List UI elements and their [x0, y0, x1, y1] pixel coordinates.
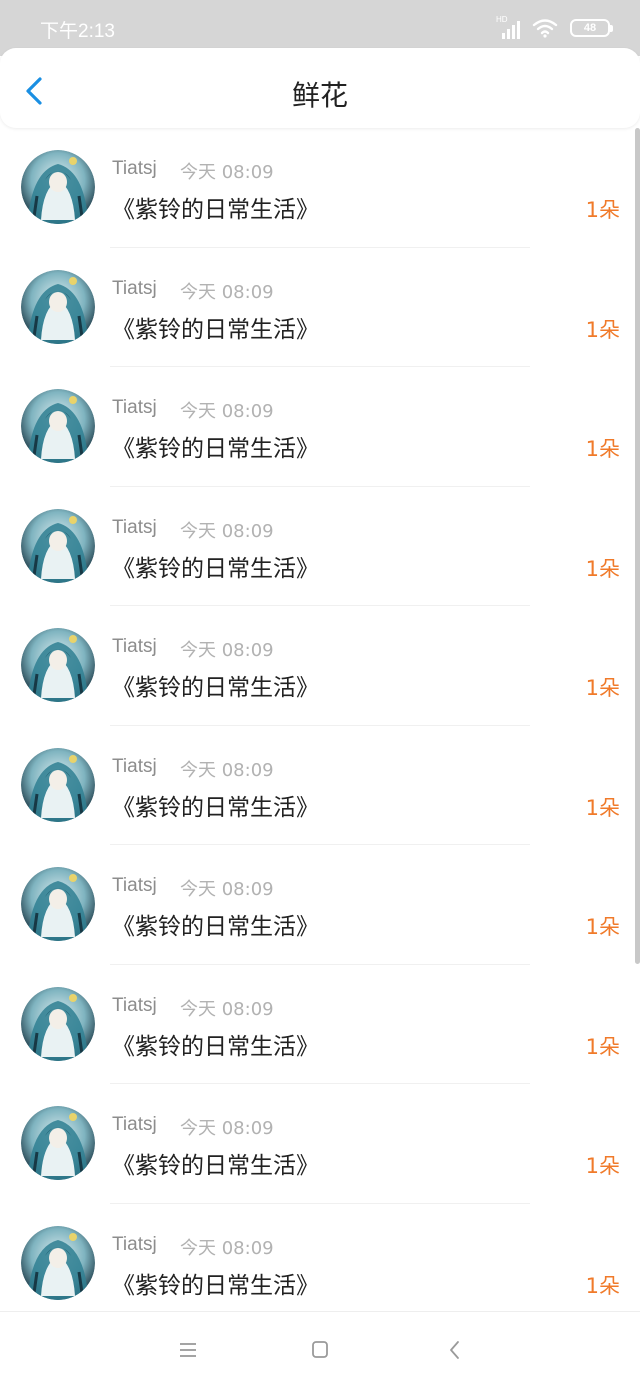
avatar[interactable] [21, 986, 95, 1061]
timestamp: 今天 08:09 [180, 879, 274, 900]
menu-icon[interactable] [175, 1338, 201, 1362]
book-title[interactable]: 《紫铃的日常生活》 [112, 1266, 319, 1300]
page-title: 鲜花 [291, 79, 348, 112]
header: 鲜花 [0, 48, 640, 128]
avatar[interactable] [21, 747, 95, 822]
list-item[interactable]: Tiatsj 今天 08:09 《紫铃的日常生活》 1朵 [0, 726, 640, 845]
battery-icon: 48 [570, 19, 613, 37]
user-name[interactable]: Tiatsj [112, 1114, 157, 1136]
flower-count: 1朵 [585, 437, 620, 461]
avatar[interactable] [21, 1106, 95, 1180]
timestamp: 今天 08:09 [180, 759, 274, 781]
status-time: 下午2:13 [40, 21, 115, 42]
timestamp: 今天 08:09 [180, 640, 274, 661]
list-item[interactable]: Tiatsj 今天 08:09 《紫铃的日常生活》 1朵 [0, 606, 640, 726]
book-title[interactable]: 《紫铃的日常生活》 [112, 907, 319, 941]
user-name[interactable]: Tiatsj [112, 1234, 157, 1256]
avatar[interactable] [21, 1225, 95, 1300]
book-title[interactable]: 《紫铃的日常生活》 [112, 668, 319, 702]
flower-count: 1朵 [585, 198, 620, 222]
flower-count: 1朵 [585, 556, 620, 581]
home-square-icon[interactable] [307, 1338, 333, 1362]
user-name[interactable]: Tiatsj [112, 875, 157, 897]
avatar[interactable] [21, 269, 95, 344]
user-name[interactable]: Tiatsj [112, 995, 157, 1017]
scrollbar[interactable] [635, 128, 640, 964]
user-name[interactable]: Tiatsj [112, 278, 157, 300]
battery-level: 48 [583, 22, 597, 34]
book-title[interactable]: 《紫铃的日常生活》 [112, 429, 319, 463]
list-item[interactable]: Tiatsj 今天 08:09 《紫铃的日常生活》 1朵 [0, 965, 640, 1084]
timestamp: 今天 08:09 [180, 998, 274, 1020]
avatar[interactable] [21, 150, 95, 224]
user-name[interactable]: Tiatsj [112, 517, 157, 539]
flower-count: 1朵 [585, 1273, 620, 1298]
signal-icon: HD [496, 15, 520, 39]
user-name[interactable]: Tiatsj [112, 756, 157, 778]
book-title[interactable]: 《紫铃的日常生活》 [112, 310, 319, 344]
flower-count: 1朵 [585, 1034, 620, 1059]
book-title[interactable]: 《紫铃的日常生活》 [112, 788, 319, 822]
avatar[interactable] [21, 389, 95, 463]
list-item[interactable]: Tiatsj 今天 08:09 《紫铃的日常生活》 1朵 [0, 1204, 640, 1323]
book-title[interactable]: 《紫铃的日常生活》 [112, 1146, 319, 1180]
flower-count: 1朵 [585, 676, 620, 700]
list-item[interactable]: Tiatsj 今天 08:09 《紫铃的日常生活》 1朵 [0, 845, 640, 965]
timestamp: 今天 08:09 [180, 162, 274, 183]
status-icons: HD 48 [496, 14, 613, 42]
timestamp: 今天 08:09 [180, 281, 274, 303]
user-name[interactable]: Tiatsj [112, 636, 157, 658]
book-title[interactable]: 《紫铃的日常生活》 [112, 549, 319, 583]
user-name[interactable]: Tiatsj [112, 158, 157, 180]
list-item[interactable]: Tiatsj 今天 08:09 《紫铃的日常生活》 1朵 [0, 248, 640, 367]
timestamp: 今天 08:09 [180, 1237, 274, 1259]
system-nav-bar [0, 1311, 640, 1388]
timestamp: 今天 08:09 [180, 401, 274, 422]
wifi-icon [532, 19, 558, 38]
flower-count: 1朵 [585, 317, 620, 342]
list-item[interactable]: Tiatsj 今天 08:09 《紫铃的日常生活》 1朵 [0, 367, 640, 487]
nav-back-icon[interactable] [442, 1338, 468, 1362]
flower-list: Tiatsj 今天 08:09 《紫铃的日常生活》 1朵 Tiatsj 今天 0… [0, 128, 640, 1323]
list-item[interactable]: Tiatsj 今天 08:09 《紫铃的日常生活》 1朵 [0, 487, 640, 606]
list-item[interactable]: Tiatsj 今天 08:09 《紫铃的日常生活》 1朵 [0, 1084, 640, 1204]
book-title[interactable]: 《紫铃的日常生活》 [112, 1027, 319, 1061]
list-item[interactable]: Tiatsj 今天 08:09 《紫铃的日常生活》 1朵 [0, 128, 640, 248]
avatar[interactable] [21, 508, 95, 583]
network-label: HD [496, 15, 508, 24]
flower-count: 1朵 [585, 915, 620, 939]
user-name[interactable]: Tiatsj [112, 397, 157, 419]
flower-count: 1朵 [585, 795, 620, 820]
avatar[interactable] [21, 628, 95, 702]
flower-count: 1朵 [585, 1154, 620, 1178]
avatar[interactable] [21, 867, 95, 941]
book-title[interactable]: 《紫铃的日常生活》 [112, 190, 319, 224]
timestamp: 今天 08:09 [180, 520, 274, 542]
timestamp: 今天 08:09 [180, 1118, 274, 1139]
